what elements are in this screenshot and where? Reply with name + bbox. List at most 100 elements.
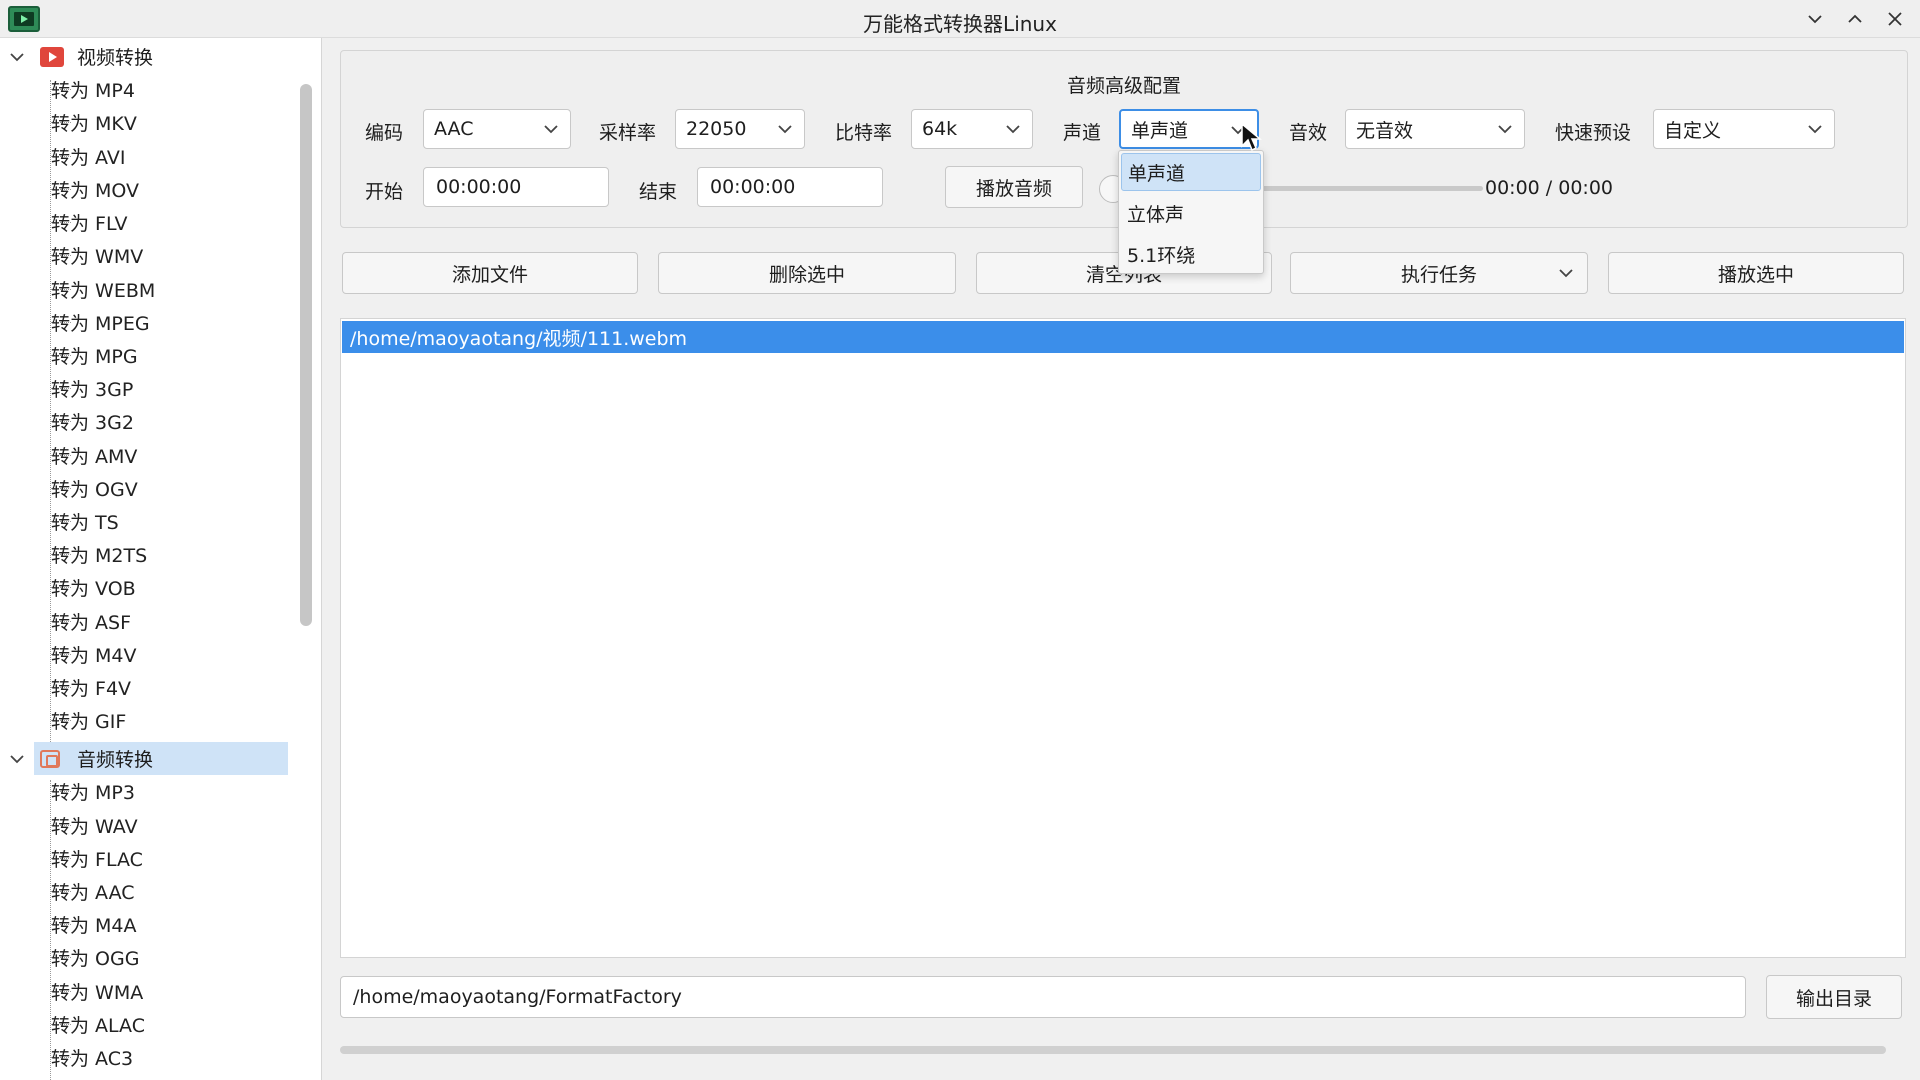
chevron-down-icon: [1808, 125, 1822, 134]
tree-item-m4v[interactable]: 转为 M4V: [51, 638, 291, 671]
tree-item-ogg[interactable]: 转为 OGG: [51, 941, 291, 974]
add-files-button[interactable]: 添加文件: [342, 252, 638, 294]
tree-item-mov[interactable]: 转为 MOV: [51, 173, 291, 206]
codec-select[interactable]: AAC: [423, 109, 571, 149]
tree-category-audio[interactable]: 音频转换: [10, 742, 288, 775]
tree-item-alac[interactable]: 转为 ALAC: [51, 1008, 291, 1041]
start-time-value: 00:00:00: [436, 176, 522, 198]
output-path-input[interactable]: /home/maoyaotang/FormatFactory: [340, 976, 1746, 1018]
tree-item-amv[interactable]: 转为 AMV: [51, 439, 291, 472]
channel-dropdown-popup: 单声道 立体声 5.1环绕: [1118, 150, 1264, 274]
tree-item-wmv[interactable]: 转为 WMV: [51, 239, 291, 272]
tree-item-label: 转为 3GP: [51, 379, 134, 401]
channel-select[interactable]: 单声道: [1119, 109, 1259, 149]
tree-item-label: 转为 TS: [51, 512, 119, 534]
tree-item-avi[interactable]: 转为 AVI: [51, 140, 291, 173]
output-path-value: /home/maoyaotang/FormatFactory: [353, 986, 682, 1008]
end-label: 结束: [639, 181, 678, 203]
play-selected-button[interactable]: 播放选中: [1608, 252, 1904, 294]
tree-item-webm[interactable]: 转为 WEBM: [51, 273, 291, 306]
tree-item-label: 转为 AMV: [51, 446, 138, 468]
chevron-down-icon[interactable]: [8, 48, 26, 66]
effect-select[interactable]: 无音效: [1345, 109, 1525, 149]
bitrate-label: 比特率: [835, 122, 893, 144]
start-label: 开始: [365, 181, 404, 203]
chevron-down-icon: [1006, 125, 1020, 134]
run-task-button[interactable]: 执行任务: [1290, 252, 1588, 294]
scrollbar-thumb[interactable]: [300, 84, 312, 626]
tree-item-asf[interactable]: 转为 ASF: [51, 605, 291, 638]
tree-item-label: 转为 AVI: [51, 147, 126, 169]
channel-option-stereo[interactable]: 立体声: [1121, 194, 1261, 232]
tree-item-mpg[interactable]: 转为 MPG: [51, 339, 291, 372]
tree-item-m2ts[interactable]: 转为 M2TS: [51, 538, 291, 571]
channel-option-surround[interactable]: 5.1环绕: [1121, 235, 1261, 273]
tree-item-label: 转为 M2TS: [51, 545, 148, 567]
title-bar: 万能格式转换器Linux: [0, 0, 1920, 38]
end-time-input[interactable]: 00:00:00: [697, 167, 883, 207]
tree-item-ogv[interactable]: 转为 OGV: [51, 472, 291, 505]
mouse-cursor-icon: [1241, 122, 1262, 152]
maximize-icon[interactable]: [1840, 6, 1870, 32]
tree-item-label: 转为 MPG: [51, 346, 138, 368]
codec-value: AAC: [434, 118, 474, 140]
channel-option-mono[interactable]: 单声道: [1121, 153, 1261, 191]
horizontal-scrollbar[interactable]: [340, 1046, 1886, 1054]
tree-item-ac3[interactable]: 转为 AC3: [51, 1041, 291, 1074]
tree-item-mp3[interactable]: 转为 MP3: [51, 775, 291, 808]
channel-value: 单声道: [1131, 119, 1189, 142]
tree-item-label: 转为 MKV: [51, 113, 137, 135]
tree-item-aac[interactable]: 转为 AAC: [51, 875, 291, 908]
tree-item-wav[interactable]: 转为 WAV: [51, 809, 291, 842]
file-list-item[interactable]: /home/maoyaotang/视频/111.webm: [342, 321, 1904, 353]
sample-rate-select[interactable]: 22050: [675, 109, 805, 149]
sample-rate-value: 22050: [686, 118, 747, 140]
bitrate-select[interactable]: 64k: [911, 109, 1033, 149]
tree-item-f4v[interactable]: 转为 F4V: [51, 671, 291, 704]
play-audio-button[interactable]: 播放音频: [945, 166, 1083, 208]
tree-item-ts[interactable]: 转为 TS: [51, 505, 291, 538]
start-time-input[interactable]: 00:00:00: [423, 167, 609, 207]
close-icon[interactable]: [1880, 6, 1910, 32]
chevron-down-icon[interactable]: [8, 750, 26, 768]
tree-item-label: 转为 VOB: [51, 578, 136, 600]
tree-item-label: 转为 F4V: [51, 678, 132, 700]
tree-item-label: 转为 M4V: [51, 645, 137, 667]
tree-item-label: 转为 FLV: [51, 213, 128, 235]
group-title: 音频高级配置: [1066, 75, 1181, 97]
delete-selected-button[interactable]: 删除选中: [658, 252, 956, 294]
tree-item-label: 转为 AAC: [51, 882, 135, 904]
tree-item-label: 转为 WMV: [51, 246, 144, 268]
sample-rate-label: 采样率: [599, 122, 657, 144]
tree-item-gif[interactable]: 转为 GIF: [51, 704, 291, 737]
tree-item-3g2[interactable]: 转为 3G2: [51, 405, 291, 438]
tree-item-wma[interactable]: 转为 WMA: [51, 975, 291, 1008]
option-label: 单声道: [1128, 162, 1186, 185]
bitrate-value: 64k: [922, 118, 958, 140]
end-time-value: 00:00:00: [710, 176, 796, 198]
tree-item-mpeg[interactable]: 转为 MPEG: [51, 306, 291, 339]
sidebar-scrollbar[interactable]: [298, 80, 316, 1080]
tree-item-label: 转为 AC3: [51, 1048, 134, 1070]
tree-item-flv[interactable]: 转为 FLV: [51, 206, 291, 239]
tree-item-3gp[interactable]: 转为 3GP: [51, 372, 291, 405]
file-list[interactable]: /home/maoyaotang/视频/111.webm: [340, 318, 1906, 958]
tree-item-mp4[interactable]: 转为 MP4: [51, 73, 291, 106]
time-readout: 00:00 / 00:00: [1485, 177, 1613, 199]
tree-item-mkv[interactable]: 转为 MKV: [51, 106, 291, 139]
tree-item-m4a[interactable]: 转为 M4A: [51, 908, 291, 941]
tree-item-flac[interactable]: 转为 FLAC: [51, 842, 291, 875]
output-dir-button[interactable]: 输出目录: [1766, 975, 1902, 1019]
chevron-down-icon: [1498, 125, 1512, 134]
minimize-icon[interactable]: [1800, 6, 1830, 32]
tree-category-video[interactable]: 视频转换: [0, 40, 290, 73]
video-icon: [40, 46, 64, 67]
chevron-down-icon: [1559, 269, 1573, 278]
option-label: 5.1环绕: [1127, 244, 1196, 267]
chevron-down-icon: [544, 125, 558, 134]
tree-item-vob[interactable]: 转为 VOB: [51, 571, 291, 604]
tree-item-label: 转为 OGG: [51, 948, 140, 970]
preset-select[interactable]: 自定义: [1653, 109, 1835, 149]
tree-item-label: 转为 MP4: [51, 80, 135, 102]
tree-item-label: 转为 WEBM: [51, 280, 156, 302]
